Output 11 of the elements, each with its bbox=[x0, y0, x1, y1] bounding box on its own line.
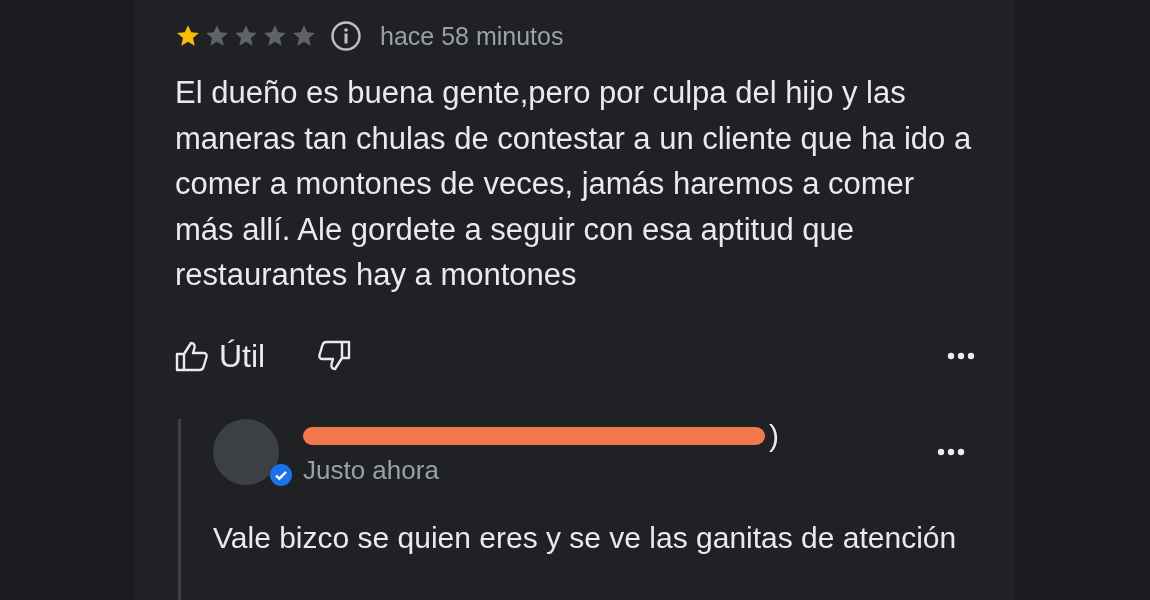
thumbs-up-icon bbox=[175, 340, 209, 372]
thumbs-down-icon[interactable] bbox=[317, 340, 352, 372]
helpful-button[interactable]: Útil bbox=[175, 337, 266, 375]
owner-name: ) bbox=[769, 418, 779, 453]
info-icon[interactable] bbox=[330, 20, 362, 52]
review-time: hace 58 minutos bbox=[380, 21, 564, 51]
more-icon[interactable] bbox=[947, 352, 975, 360]
review-text: El dueño es buena gente,pero por culpa del hijo y las maneras tan chulas de contestar a un cliente que ha ido a comer a montones de veces, jamás haremos a comer más allí. Ale gordete a seguir con esa aptitud que restaurantes hay a montones bbox=[175, 74, 973, 294]
reply-time: Justo ahora bbox=[303, 454, 440, 486]
more-icon[interactable] bbox=[937, 448, 965, 456]
reply-text: Vale bizco se quien eres y se ve las ganitas de atención bbox=[213, 519, 958, 556]
